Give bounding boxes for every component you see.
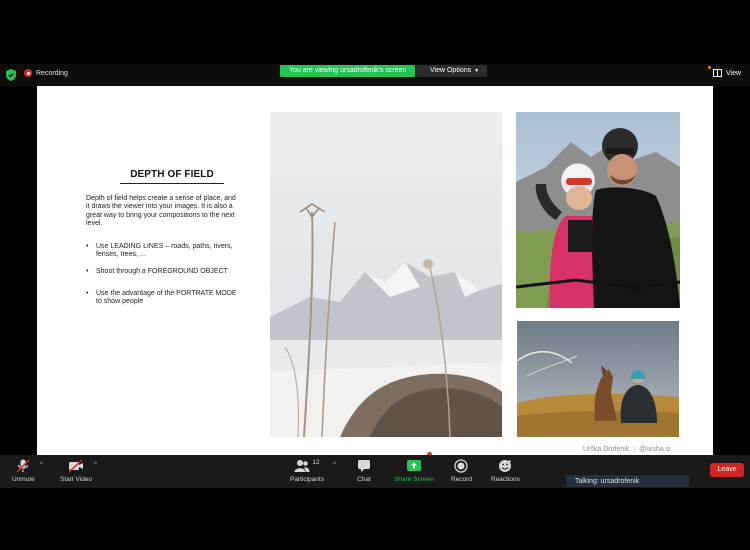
title-underline bbox=[120, 183, 224, 184]
bullet-symbol: • bbox=[86, 290, 89, 297]
video-off-icon bbox=[68, 459, 84, 473]
reactions-button[interactable]: Reactions bbox=[491, 459, 520, 483]
talking-indicator: Talking: ursadrofenik bbox=[566, 475, 689, 487]
start-video-label: Start Video bbox=[60, 476, 93, 483]
leave-button[interactable]: Leave bbox=[710, 463, 744, 477]
participants-button[interactable]: 12 Participants bbox=[290, 459, 324, 483]
bullet-item: • Shoot through a FOREGROUND OBJECT bbox=[86, 268, 238, 276]
participants-count: 12 bbox=[312, 459, 320, 466]
bullet-symbol: • bbox=[86, 268, 89, 275]
view-button[interactable]: View bbox=[713, 69, 741, 77]
credit-separator: | bbox=[633, 446, 636, 453]
bullet-text: Shoot through a FOREGROUND OBJECT bbox=[96, 268, 228, 275]
slide-title: DEPTH OF FIELD bbox=[130, 169, 214, 180]
recording-dot-icon bbox=[24, 69, 32, 77]
chat-label: Chat bbox=[357, 476, 371, 483]
record-icon bbox=[454, 459, 469, 473]
slide-credit: Urška Drofenik | @ursha.si bbox=[583, 446, 671, 453]
bullet-item: • Use the advantage of the PORTRATE MODE… bbox=[86, 290, 238, 307]
shared-slide: DEPTH OF FIELD Depth of field helps crea… bbox=[37, 86, 713, 455]
participants-icon bbox=[294, 460, 310, 472]
recording-indicator: Recording bbox=[24, 69, 68, 77]
grid-view-icon bbox=[713, 69, 722, 77]
participants-label: Participants bbox=[290, 476, 324, 483]
dog-and-person-photo bbox=[517, 321, 679, 437]
chat-bubble-icon bbox=[358, 460, 370, 472]
credit-handle: @ursha.si bbox=[639, 446, 671, 453]
bullet-text: Use LEADING LINES – roads, paths, rivers… bbox=[96, 243, 233, 259]
bullet-symbol: • bbox=[86, 243, 89, 250]
unmute-button[interactable]: Unmute bbox=[12, 459, 35, 483]
bikers-selfie-photo bbox=[516, 112, 680, 308]
view-label: View bbox=[726, 69, 742, 77]
reactions-smiley-icon bbox=[499, 460, 512, 472]
view-options-label: View Options bbox=[430, 67, 472, 74]
slide-intro-text: Depth of field helps create a sense of p… bbox=[86, 195, 236, 227]
meeting-top-bar: Recording You are viewing ursadrofenik's… bbox=[0, 64, 750, 86]
video-options-caret-icon[interactable]: ^ bbox=[94, 462, 97, 468]
share-screen-button[interactable]: Share Screen bbox=[394, 459, 434, 483]
audio-options-caret-icon[interactable]: ^ bbox=[40, 462, 43, 468]
participants-options-caret-icon[interactable]: ^ bbox=[333, 462, 336, 468]
view-options-button[interactable]: View Options ▼ bbox=[416, 65, 488, 77]
notification-dot bbox=[708, 66, 711, 69]
muted-microphone-icon bbox=[16, 459, 30, 473]
reactions-label: Reactions bbox=[491, 476, 520, 483]
unmute-label: Unmute bbox=[12, 476, 35, 483]
mountain-foreground-photo bbox=[270, 112, 502, 437]
viewing-screen-banner: You are viewing ursadrofenik's screen bbox=[280, 65, 416, 77]
chat-button[interactable]: Chat bbox=[356, 459, 372, 483]
share-screen-label: Share Screen bbox=[394, 476, 434, 483]
participants-icon-group: 12 bbox=[294, 459, 320, 476]
security-shield-icon[interactable] bbox=[6, 69, 16, 81]
bullet-text: Use the advantage of the PORTRATE MODE t… bbox=[96, 290, 237, 306]
bullet-item: • Use LEADING LINES – roads, paths, rive… bbox=[86, 243, 238, 260]
record-label: Record bbox=[451, 476, 472, 483]
recording-label: Recording bbox=[36, 69, 68, 77]
share-screen-icon bbox=[406, 460, 421, 471]
credit-name: Urška Drofenik bbox=[583, 446, 630, 453]
start-video-button[interactable]: Start Video bbox=[60, 459, 92, 483]
record-button[interactable]: Record bbox=[451, 459, 472, 483]
chevron-down-icon: ▼ bbox=[474, 68, 480, 74]
